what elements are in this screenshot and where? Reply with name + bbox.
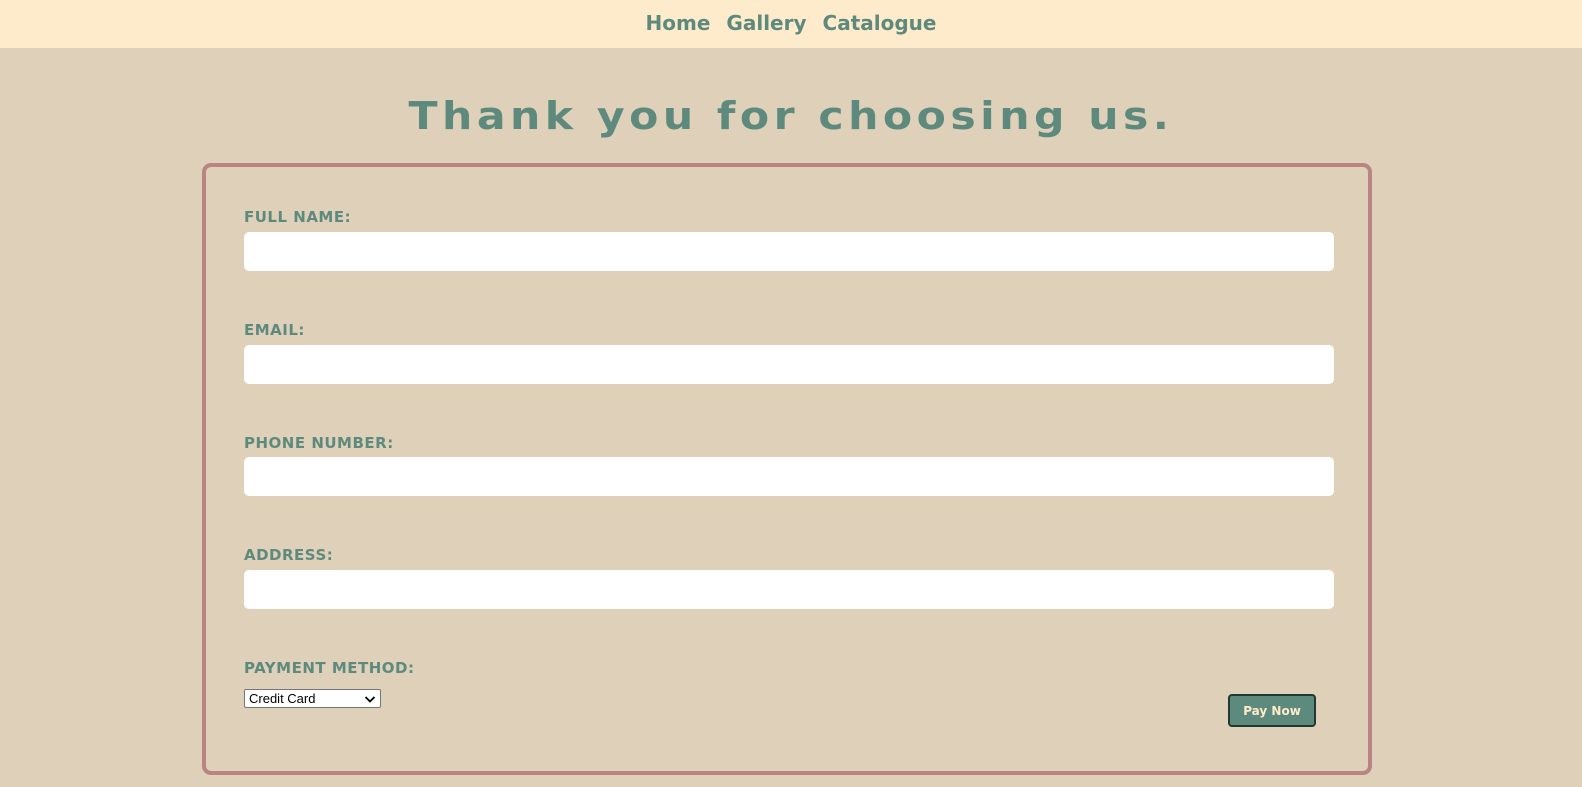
- full-name-input[interactable]: [244, 232, 1334, 271]
- nav-link-gallery[interactable]: Gallery: [726, 11, 806, 35]
- phone-number-label: PHONE NUMBER:: [244, 434, 394, 452]
- payment-method-label: PAYMENT METHOD:: [244, 659, 415, 677]
- page-heading: Thank you for choosing us.: [408, 94, 1174, 138]
- pay-now-button[interactable]: Pay Now: [1228, 694, 1316, 727]
- email-input[interactable]: [244, 345, 1334, 384]
- payment-method-value: Credit Card: [249, 691, 316, 706]
- top-nav: Home Gallery Catalogue: [0, 0, 1582, 48]
- nav-link-home[interactable]: Home: [646, 11, 711, 35]
- nav-link-catalogue[interactable]: Catalogue: [823, 11, 937, 35]
- address-label: ADDRESS:: [244, 546, 334, 564]
- address-input[interactable]: [244, 570, 1334, 609]
- chevron-down-icon: [364, 695, 376, 703]
- payment-method-select[interactable]: Credit Card: [244, 689, 381, 708]
- checkout-form: FULL NAME: EMAIL: PHONE NUMBER: ADDRESS:…: [202, 163, 1372, 775]
- email-label: EMAIL:: [244, 321, 305, 339]
- phone-number-input[interactable]: [244, 457, 1334, 496]
- full-name-label: FULL NAME:: [244, 208, 352, 226]
